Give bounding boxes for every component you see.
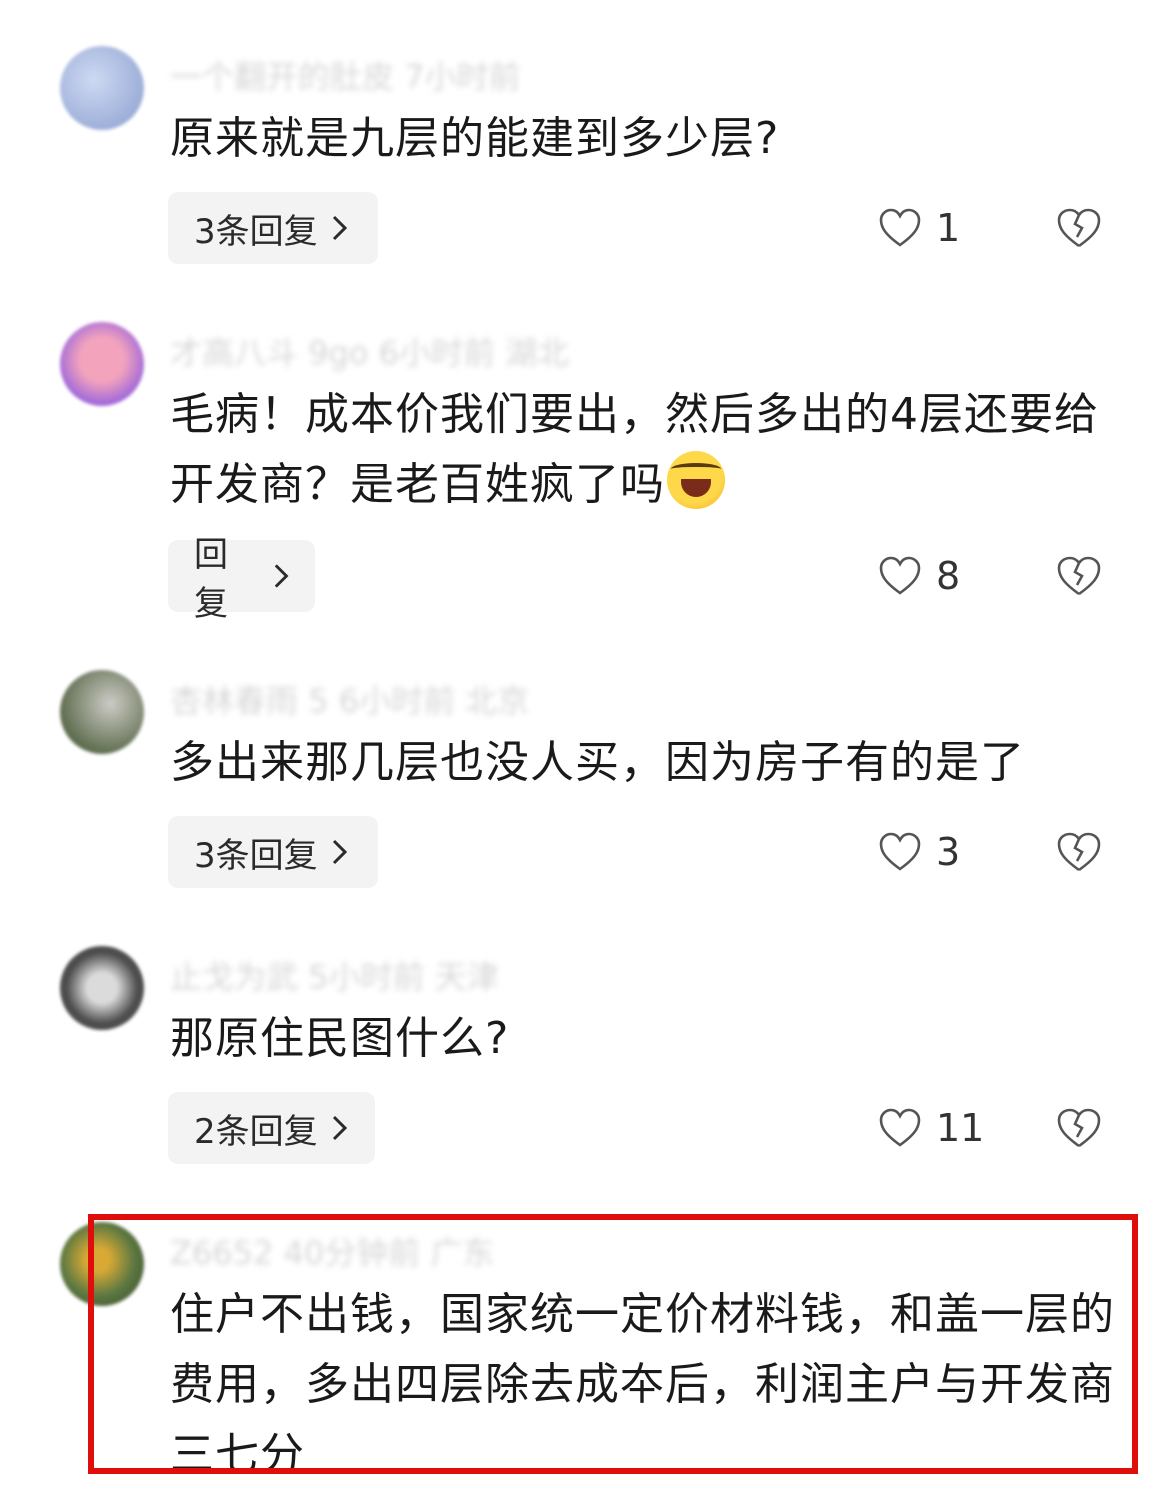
reply-label: 3条回复 — [194, 211, 318, 252]
broken-heart-icon[interactable] — [1056, 207, 1102, 249]
heart-icon — [879, 832, 921, 871]
heart-icon — [879, 556, 921, 595]
like-count: 3 — [936, 830, 961, 874]
chevron-right-icon — [332, 215, 347, 241]
view-replies-button[interactable]: 3条回复 — [168, 816, 378, 888]
comment-text: 多出来那几层也没人买，因为房子有的是了 — [170, 737, 1025, 788]
like-count: 8 — [936, 554, 961, 598]
like-button[interactable]: 11 — [878, 1092, 984, 1164]
like-count: 1 — [936, 206, 961, 250]
view-replies-button[interactable]: 3条回复 — [168, 192, 378, 264]
chevron-right-icon — [332, 1115, 347, 1141]
heart-icon — [879, 208, 921, 247]
reply-label: 回复 — [194, 535, 228, 624]
comment-meta[interactable]: 才高八斗 9go 6小时前 湖北 — [170, 328, 569, 372]
comment-meta[interactable]: 一个翻开的肚皮 7小时前 — [170, 52, 521, 96]
broken-heart-icon[interactable] — [1056, 831, 1102, 873]
chevron-right-icon — [332, 839, 347, 865]
reply-button[interactable]: 回复 — [168, 535, 315, 624]
comment-meta[interactable]: 止戈为武 5小时前 天津 — [170, 952, 499, 996]
comment-text: 毛病！成本价我们要出，然后多出的4层还要给开发商？是老百姓疯了吗 — [170, 380, 1120, 520]
avatar[interactable] — [60, 946, 144, 1030]
chevron-right-icon — [274, 564, 289, 588]
broken-heart-icon[interactable] — [1056, 555, 1102, 597]
like-button[interactable]: 1 — [878, 192, 960, 264]
like-button[interactable]: 8 — [878, 540, 960, 612]
like-button[interactable]: 3 — [878, 816, 960, 888]
comment-text-content: 毛病！成本价我们要出，然后多出的4层还要给开发商？是老百姓疯了吗 — [170, 389, 1099, 510]
comment-text: 那原住民图什么? — [170, 1013, 510, 1064]
heart-icon — [879, 1108, 921, 1147]
avatar[interactable] — [60, 670, 144, 754]
laughing-crying-emoji-icon — [667, 451, 725, 509]
avatar[interactable] — [60, 46, 144, 130]
like-count: 11 — [936, 1106, 985, 1150]
avatar[interactable] — [60, 322, 144, 406]
comment-meta[interactable]: 杏林春雨 5 6小时前 北京 — [170, 676, 529, 720]
comment-text: 原来就是九层的能建到多少层? — [170, 113, 780, 164]
reply-label: 3条回复 — [194, 835, 318, 876]
broken-heart-icon[interactable] — [1056, 1107, 1102, 1149]
view-replies-button[interactable]: 2条回复 — [168, 1092, 375, 1164]
reply-label: 2条回复 — [194, 1111, 318, 1152]
highlight-annotation-box — [88, 1214, 1138, 1474]
